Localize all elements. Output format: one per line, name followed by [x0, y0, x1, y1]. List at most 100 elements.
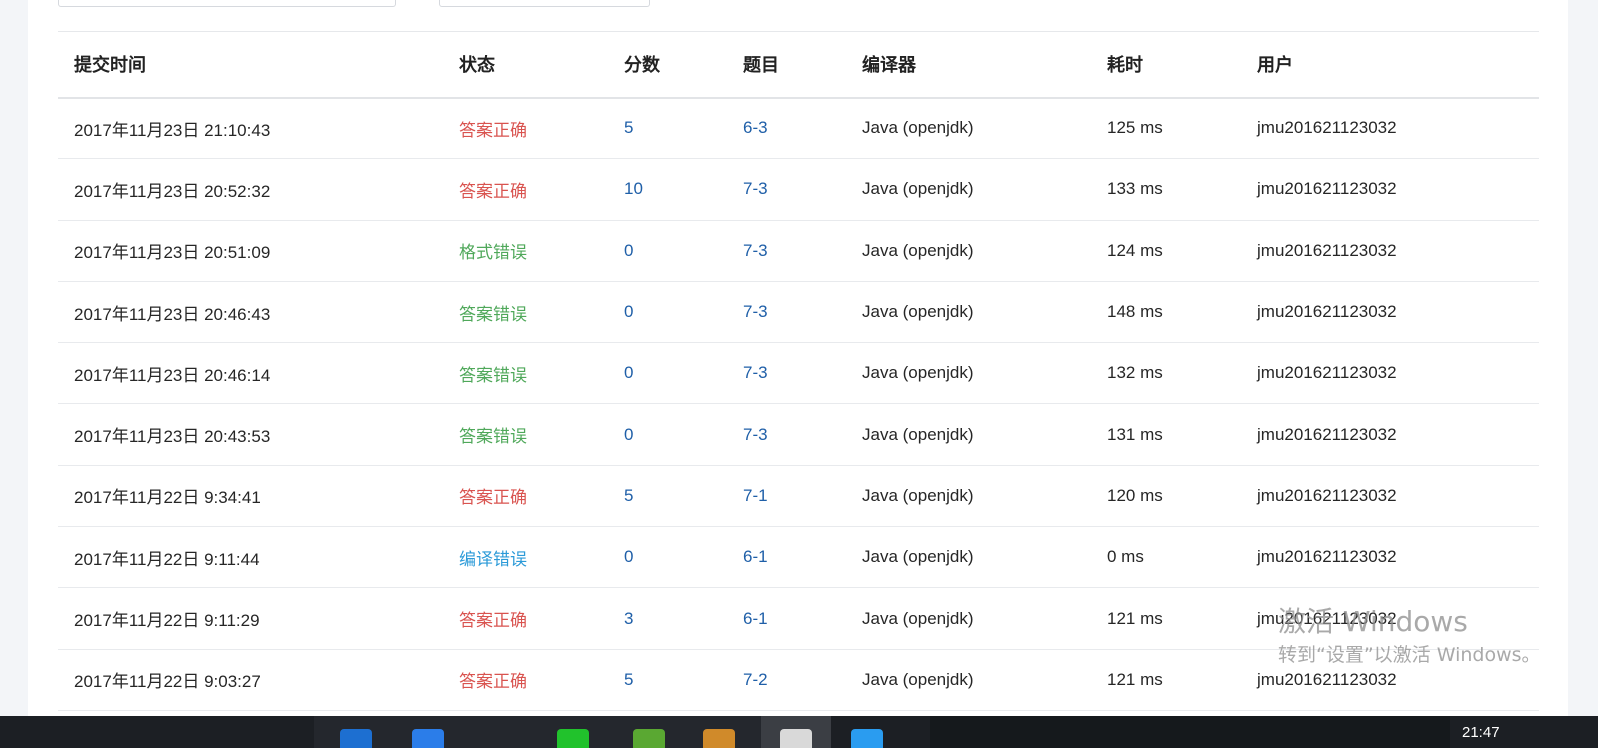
cell-user: jmu201621123032	[1257, 608, 1397, 628]
cell-status[interactable]: 答案错误	[443, 281, 608, 342]
cell-elapsed: 131 ms	[1107, 424, 1163, 444]
cell-problem[interactable]: 6-3	[727, 98, 846, 159]
cell-user: jmu201621123032	[1257, 424, 1397, 444]
cell-submit-time: 2017年11月22日 9:11:44	[74, 549, 260, 569]
cell-status[interactable]: 答案错误	[443, 343, 608, 404]
cell-submit-time: 2017年11月22日 9:34:41	[74, 488, 261, 508]
cell-elapsed: 132 ms	[1107, 363, 1163, 383]
table-header-row: 提交时间 状态 分数 题目 编译器 耗时 用户	[58, 31, 1539, 98]
cell-problem[interactable]: 7-2	[727, 649, 846, 710]
table-row: 2017年11月22日 9:11:29 答案正确 3 6-1 Java (openjdk…	[58, 588, 1539, 650]
cell-user: jmu201621123032	[1257, 118, 1397, 138]
cell-score[interactable]: 0	[608, 527, 727, 588]
cell-status[interactable]: 编译错误	[443, 527, 608, 588]
cell-compiler: Java (openjdk)	[862, 118, 974, 138]
cell-compiler: Java (openjdk)	[862, 669, 974, 689]
cell-submit-time: 2017年11月22日 9:03:27	[74, 672, 261, 692]
cell-elapsed: 148 ms	[1107, 302, 1163, 322]
cell-user: jmu201621123032	[1257, 302, 1397, 322]
header-score: 分数	[624, 55, 660, 76]
table-row: 2017年11月23日 20:46:14 答案错误 0 7-3 Java (openjd…	[58, 343, 1539, 404]
cell-submit-time: 2017年11月23日 20:46:43	[74, 304, 271, 324]
submissions-panel: 提交时间 状态 分数 题目 编译器 耗时 用户 2017年11月23日 21:1…	[28, 0, 1568, 732]
eclipse-icon[interactable]	[780, 729, 812, 748]
cell-elapsed: 133 ms	[1107, 179, 1163, 199]
cell-status[interactable]: 格式错误	[443, 220, 608, 281]
cell-elapsed: 0 ms	[1107, 547, 1144, 567]
cell-compiler: Java (openjdk)	[862, 547, 974, 567]
cell-user: jmu201621123032	[1257, 363, 1397, 383]
cell-score[interactable]: 5	[608, 98, 727, 159]
cell-status[interactable]: 答案正确	[443, 588, 608, 649]
cell-submit-time: 2017年11月23日 21:10:43	[74, 120, 271, 140]
cell-score[interactable]: 0	[608, 404, 727, 465]
cell-score[interactable]: 0	[608, 343, 727, 404]
app-icon[interactable]	[703, 729, 735, 748]
cell-user: jmu201621123032	[1257, 485, 1397, 505]
explorer-icon[interactable]	[412, 729, 444, 748]
cell-status[interactable]: 答案错误	[443, 404, 608, 465]
cell-elapsed: 125 ms	[1107, 118, 1163, 138]
cell-problem[interactable]: 7-3	[727, 281, 846, 342]
table-row: 2017年11月23日 20:43:53 答案错误 0 7-3 Java (openjd…	[58, 404, 1539, 466]
cell-user: jmu201621123032	[1257, 240, 1397, 260]
filter-input-left[interactable]	[58, 0, 396, 7]
cell-submit-time: 2017年11月23日 20:51:09	[74, 243, 271, 263]
cell-submit-time: 2017年11月22日 9:11:29	[74, 611, 260, 631]
wechat-icon[interactable]	[557, 729, 589, 748]
windows-taskbar: 21:47	[0, 716, 1598, 748]
cell-compiler: Java (openjdk)	[862, 608, 974, 628]
cell-problem[interactable]: 6-1	[727, 527, 846, 588]
taskbar-apps-area	[314, 716, 761, 748]
header-user: 用户	[1257, 55, 1293, 76]
cell-problem[interactable]: 7-1	[727, 465, 846, 526]
taskbar-background	[930, 716, 1450, 748]
cell-status[interactable]: 答案正确	[443, 649, 608, 710]
cell-score[interactable]: 10	[608, 159, 727, 220]
cell-problem[interactable]: 6-1	[727, 588, 846, 649]
cell-score[interactable]: 5	[608, 465, 727, 526]
submissions-table: 提交时间 状态 分数 题目 编译器 耗时 用户 2017年11月23日 21:1…	[58, 31, 1539, 711]
cell-problem[interactable]: 7-3	[727, 343, 846, 404]
cell-user: jmu201621123032	[1257, 669, 1397, 689]
header-compiler: 编译器	[862, 55, 916, 76]
cell-status[interactable]: 答案正确	[443, 98, 608, 159]
header-problem: 题目	[743, 55, 779, 76]
filter-input-right[interactable]	[439, 0, 650, 7]
cell-score[interactable]: 3	[608, 588, 727, 649]
cell-compiler: Java (openjdk)	[862, 363, 974, 383]
header-elapsed: 耗时	[1107, 55, 1143, 76]
header-status: 状态	[459, 55, 495, 76]
table-row: 2017年11月23日 21:10:43 答案正确 5 6-3 Java (openjd…	[58, 98, 1539, 159]
cell-score[interactable]: 0	[608, 220, 727, 281]
cell-submit-time: 2017年11月23日 20:52:32	[74, 181, 271, 201]
header-submit-time: 提交时间	[74, 55, 146, 76]
table-row: 2017年11月22日 9:11:44 编译错误 0 6-1 Java (openjdk…	[58, 527, 1539, 588]
cell-user: jmu201621123032	[1257, 179, 1397, 199]
cell-elapsed: 121 ms	[1107, 608, 1163, 628]
taskbar-clock[interactable]: 21:47	[1462, 724, 1500, 741]
qq-icon[interactable]	[851, 729, 883, 748]
cell-problem[interactable]: 7-3	[727, 220, 846, 281]
cell-elapsed: 120 ms	[1107, 485, 1163, 505]
edge-icon[interactable]	[340, 729, 372, 748]
cell-compiler: Java (openjdk)	[862, 485, 974, 505]
cell-submit-time: 2017年11月23日 20:43:53	[74, 427, 271, 447]
browser-icon[interactable]	[633, 729, 665, 748]
cell-score[interactable]: 0	[608, 281, 727, 342]
cell-compiler: Java (openjdk)	[862, 424, 974, 444]
table-row: 2017年11月23日 20:51:09 格式错误 0 7-3 Java (openjd…	[58, 220, 1539, 282]
cell-elapsed: 121 ms	[1107, 669, 1163, 689]
cell-problem[interactable]: 7-3	[727, 404, 846, 465]
table-row: 2017年11月22日 9:03:27 答案正确 5 7-2 Java (openjdk…	[58, 649, 1539, 711]
cell-submit-time: 2017年11月23日 20:46:14	[74, 365, 271, 385]
table-row: 2017年11月23日 20:46:43 答案错误 0 7-3 Java (openjd…	[58, 281, 1539, 343]
cell-problem[interactable]: 7-3	[727, 159, 846, 220]
cell-status[interactable]: 答案正确	[443, 465, 608, 526]
cell-compiler: Java (openjdk)	[862, 179, 974, 199]
table-row: 2017年11月22日 9:34:41 答案正确 5 7-1 Java (openjdk…	[58, 465, 1539, 527]
cell-score[interactable]: 5	[608, 649, 727, 710]
table-row: 2017年11月23日 20:52:32 答案正确 10 7-3 Java (openj…	[58, 159, 1539, 221]
cell-status[interactable]: 答案正确	[443, 159, 608, 220]
cell-elapsed: 124 ms	[1107, 240, 1163, 260]
